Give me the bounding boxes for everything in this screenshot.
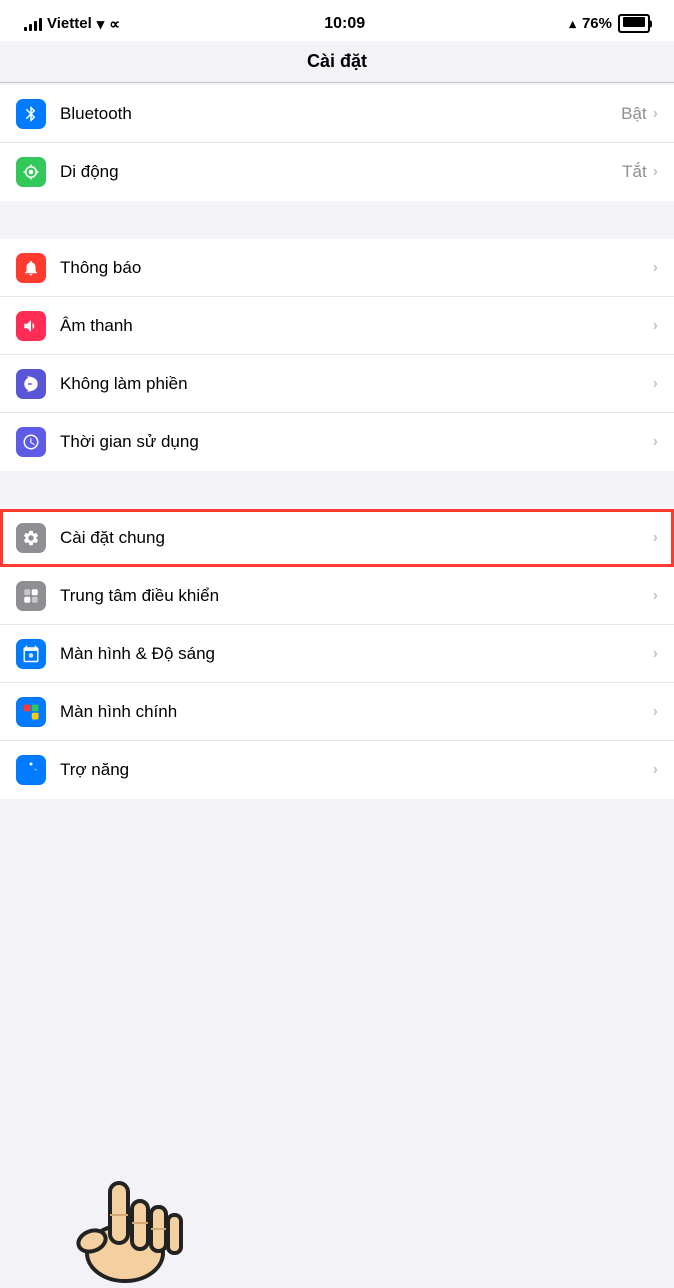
signal-icon [24,17,42,31]
control-center-icon-bg [16,581,46,611]
gap-1 [0,203,674,239]
display-icon [22,645,40,663]
home-screen-icon [22,703,40,721]
bluetooth-icon-bg [16,99,46,129]
gear-icon-bg [16,523,46,553]
status-time: 10:09 [324,15,365,33]
screentime-row[interactable]: Thời gian sử dụng › [0,413,674,471]
control-center-row[interactable]: Trung tâm điều khiển › [0,567,674,625]
gap-2 [0,473,674,509]
location-icon: ▴ [569,16,576,32]
general-settings-row[interactable]: Cài đặt chung › [0,509,674,567]
carrier-name: Viettel [47,15,92,32]
wifi-symbol: ∝ [109,15,120,33]
sounds-icon-bg [16,311,46,341]
battery-icon [618,14,650,33]
dnd-chevron: › [653,375,658,393]
display-row[interactable]: Màn hình & Độ sáng › [0,625,674,683]
cellular-value: Tắt [622,162,647,182]
display-chevron: › [653,645,658,663]
gear-icon [22,529,40,547]
cellular-label: Di động [60,162,622,182]
bluetooth-chevron: › [653,105,658,123]
accessibility-icon [22,761,40,779]
home-screen-label: Màn hình chính [60,702,653,722]
notifications-chevron: › [653,259,658,277]
dnd-icon-bg [16,369,46,399]
screentime-label: Thời gian sử dụng [60,432,653,452]
nav-bar: Cài đặt [0,41,674,83]
bluetooth-row[interactable]: Bluetooth Bật › [0,85,674,143]
general-settings-chevron: › [653,529,658,547]
bluetooth-value: Bật [621,104,647,124]
cellular-row[interactable]: Di động Tắt › [0,143,674,201]
carrier-signal: Viettel ▾︎ ∝ [24,15,120,33]
home-screen-chevron: › [653,703,658,721]
sounds-chevron: › [653,317,658,335]
screentime-icon-bg [16,427,46,457]
notifications-icon [22,259,40,277]
notifications-label: Thông báo [60,258,653,278]
general-settings-label: Cài đặt chung [60,528,653,548]
dnd-label: Không làm phiền [60,374,653,394]
page-title: Cài đặt [307,51,367,71]
general-section: Cài đặt chung › Trung tâm điều khiển › [0,509,674,799]
notifications-icon-bg [16,253,46,283]
wifi-icon: ▾︎ [97,15,105,33]
accessibility-row[interactable]: Trợ năng › [0,741,674,799]
status-indicators: ▴ 76% [569,14,650,33]
bluetooth-label: Bluetooth [60,104,621,124]
dnd-row[interactable]: Không làm phiền › [0,355,674,413]
sounds-row[interactable]: Âm thanh › [0,297,674,355]
control-center-icon [22,587,40,605]
system-section: Thông báo › Âm thanh › Không làm phiền › [0,239,674,471]
cellular-chevron: › [653,163,658,181]
bluetooth-icon [22,105,40,123]
accessibility-label: Trợ năng [60,760,653,780]
status-bar: Viettel ▾︎ ∝ 10:09 ▴ 76% [0,0,674,41]
accessibility-icon-bg [16,755,46,785]
display-label: Màn hình & Độ sáng [60,644,653,664]
accessibility-chevron: › [653,761,658,779]
home-screen-row[interactable]: Màn hình chính › [0,683,674,741]
battery-percent: 76% [582,15,612,32]
display-icon-bg [16,639,46,669]
sounds-label: Âm thanh [60,316,653,336]
dnd-icon [22,375,40,393]
hand-pointer-annotation [60,1153,190,1283]
control-center-chevron: › [653,587,658,605]
control-center-label: Trung tâm điều khiển [60,586,653,606]
notifications-row[interactable]: Thông báo › [0,239,674,297]
home-screen-icon-bg [16,697,46,727]
sounds-icon [22,317,40,335]
connectivity-section: Bluetooth Bật › Di động Tắt › [0,85,674,201]
cellular-icon [22,163,40,181]
screentime-chevron: › [653,433,658,451]
cellular-icon-bg [16,157,46,187]
screentime-icon [22,433,40,451]
settings-list: Bluetooth Bật › Di động Tắt › [0,83,674,799]
